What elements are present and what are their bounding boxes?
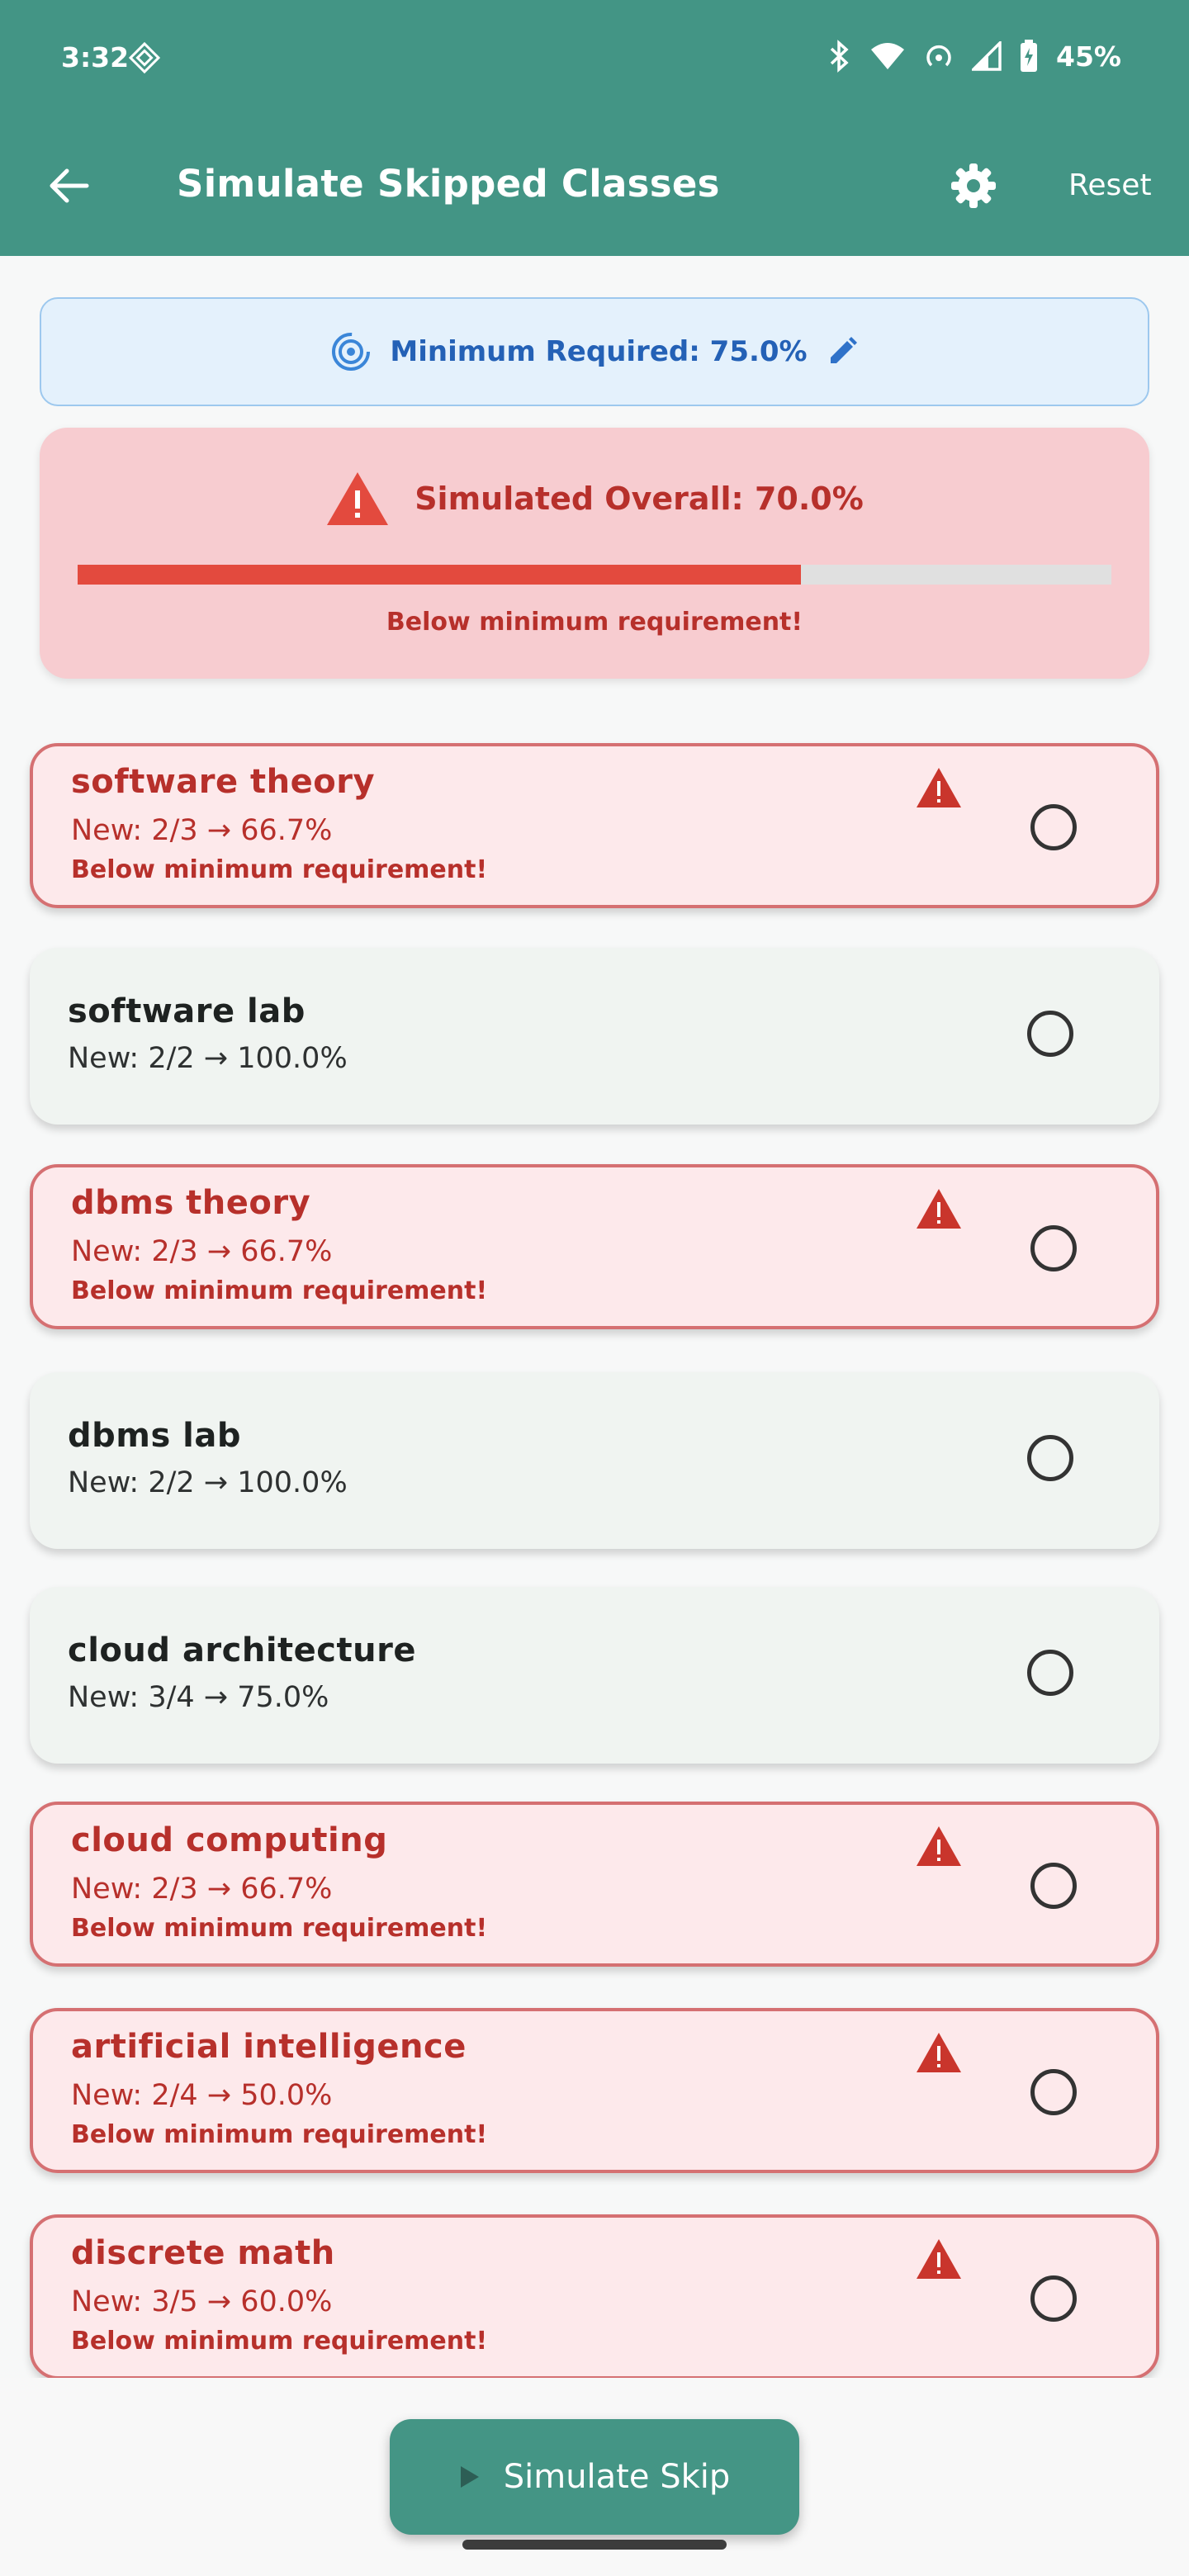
battery-icon	[1020, 40, 1038, 73]
course-name: software theory	[71, 763, 376, 801]
warning-icon	[917, 1189, 961, 1229]
target-icon	[332, 333, 371, 371]
simulate-skip-label: Simulate Skip	[503, 2458, 731, 2496]
course-card[interactable]: cloud computing New: 2/3 → 66.7% Below m…	[30, 1802, 1159, 1967]
course-select-radio[interactable]	[1030, 1863, 1077, 1909]
course-select-radio[interactable]	[1030, 2069, 1077, 2115]
simulated-overall-card: Simulated Overall: 70.0% Below minimum r…	[40, 428, 1149, 679]
nfc-icon	[128, 41, 161, 74]
warning-icon	[917, 2239, 961, 2279]
app-bar: Simulate Skipped Classes Reset	[0, 116, 1189, 256]
page-title: Simulate Skipped Classes	[177, 162, 720, 206]
course-select-radio[interactable]	[1030, 804, 1077, 850]
course-name: software lab	[68, 992, 306, 1030]
course-new-attendance: New: 3/4 → 75.0%	[68, 1681, 329, 1714]
course-warning-text: Below minimum requirement!	[71, 855, 488, 884]
simulated-overall-title: Simulated Overall: 70.0%	[414, 481, 864, 517]
course-new-attendance: New: 2/3 → 66.7%	[71, 1235, 333, 1268]
course-new-attendance: New: 2/2 → 100.0%	[68, 1466, 348, 1499]
battery-percent: 45%	[1056, 40, 1121, 73]
course-warning-text: Below minimum requirement!	[71, 1914, 488, 1943]
course-new-attendance: New: 2/4 → 50.0%	[71, 2079, 333, 2112]
course-select-radio[interactable]	[1027, 1650, 1073, 1696]
course-new-attendance: New: 2/3 → 66.7%	[71, 1873, 333, 1906]
back-arrow-icon	[50, 168, 89, 203]
course-select-radio[interactable]	[1027, 1435, 1073, 1481]
minimum-required-label: Minimum Required: 75.0%	[390, 335, 808, 368]
status-bar: 3:32 45%	[0, 0, 1189, 116]
wifi-icon	[869, 41, 906, 71]
course-card[interactable]: artificial intelligence New: 2/4 → 50.0%…	[30, 2008, 1159, 2173]
course-name: cloud computing	[71, 1821, 388, 1859]
course-select-radio[interactable]	[1027, 1011, 1073, 1057]
home-indicator	[462, 2540, 727, 2550]
course-new-attendance: New: 3/5 → 60.0%	[71, 2285, 333, 2318]
hotspot-icon	[924, 41, 954, 71]
course-name: dbms theory	[71, 1184, 311, 1222]
warning-icon	[917, 2033, 961, 2072]
course-card[interactable]: dbms theory New: 2/3 → 66.7% Below minim…	[30, 1164, 1159, 1329]
simulate-skip-button[interactable]: Simulate Skip	[390, 2419, 799, 2535]
simulated-progress-bar	[78, 565, 1111, 585]
back-button[interactable]	[41, 159, 96, 213]
warning-icon	[917, 1826, 961, 1866]
course-card[interactable]: dbms lab New: 2/2 → 100.0%	[30, 1372, 1159, 1549]
course-card[interactable]: software lab New: 2/2 → 100.0%	[30, 948, 1159, 1125]
play-icon	[460, 2466, 479, 2488]
minimum-required-box[interactable]: Minimum Required: 75.0%	[40, 297, 1149, 406]
course-card[interactable]: cloud architecture New: 3/4 → 75.0%	[30, 1587, 1159, 1764]
course-select-radio[interactable]	[1030, 1225, 1077, 1271]
gear-icon	[951, 163, 996, 208]
course-new-attendance: New: 2/2 → 100.0%	[68, 1042, 348, 1075]
warning-icon	[327, 472, 389, 525]
reset-button[interactable]: Reset	[1068, 168, 1152, 202]
simulated-progress-fill	[78, 565, 802, 585]
course-name: cloud architecture	[68, 1631, 416, 1669]
pencil-icon[interactable]	[826, 335, 859, 368]
course-warning-text: Below minimum requirement!	[71, 1276, 488, 1305]
app-header: 3:32 45% Simulate Skipped Classes Reset	[0, 0, 1189, 256]
status-time: 3:32	[61, 41, 130, 73]
settings-button[interactable]	[946, 159, 1001, 213]
course-new-attendance: New: 2/3 → 66.7%	[71, 814, 333, 847]
course-warning-text: Below minimum requirement!	[71, 2327, 488, 2356]
simulated-overall-subtitle: Below minimum requirement!	[386, 608, 803, 637]
course-select-radio[interactable]	[1030, 2275, 1077, 2322]
bluetooth-icon	[828, 40, 851, 73]
warning-icon	[917, 768, 961, 807]
course-name: dbms lab	[68, 1417, 242, 1455]
course-name: artificial intelligence	[71, 2028, 467, 2066]
course-card[interactable]: discrete math New: 3/5 → 60.0% Below min…	[30, 2214, 1159, 2379]
signal-icon	[972, 41, 1002, 71]
course-name: discrete math	[71, 2234, 335, 2272]
course-card[interactable]: software theory New: 2/3 → 66.7% Below m…	[30, 743, 1159, 908]
course-warning-text: Below minimum requirement!	[71, 2120, 488, 2149]
